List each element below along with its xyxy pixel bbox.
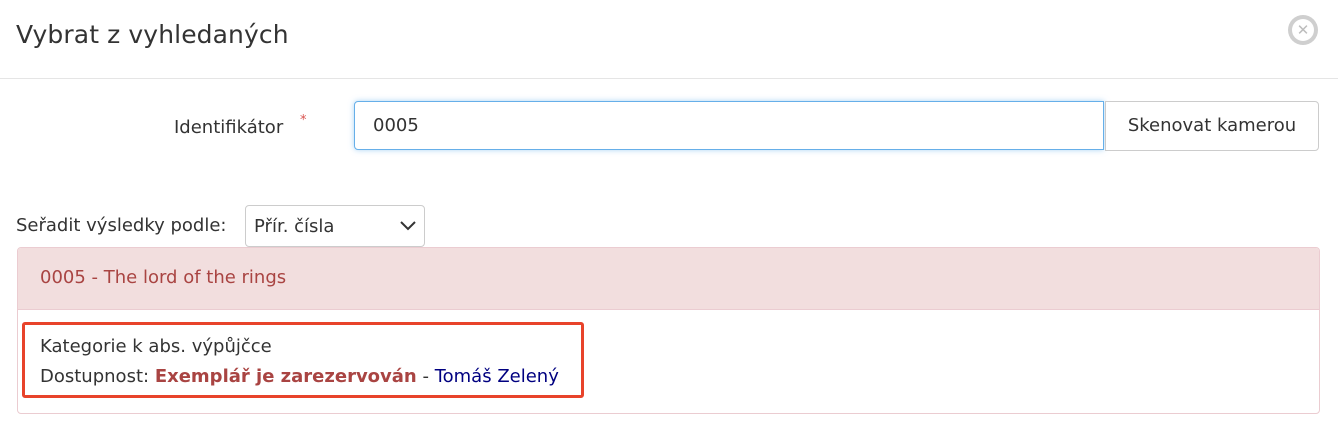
- modal-header: Vybrat z vyhledaných ✕: [0, 0, 1338, 79]
- availability-label: Dostupnost:: [40, 366, 150, 387]
- modal-title: Vybrat z vyhledaných: [16, 20, 289, 49]
- chevron-down-icon: [400, 221, 416, 231]
- sort-selected-value: Přír. čísla: [254, 216, 335, 237]
- result-panel: 0005 - The lord of the rings Kategorie k…: [17, 247, 1320, 414]
- sort-select[interactable]: Přír. čísla: [245, 205, 425, 247]
- separator: -: [416, 366, 435, 387]
- reserved-by-link[interactable]: Tomáš Zelený: [435, 366, 559, 387]
- required-marker: *: [300, 113, 307, 128]
- status-badge: Exemplář je zarezervován: [154, 366, 417, 387]
- scan-camera-button[interactable]: Skenovat kamerou: [1105, 101, 1319, 151]
- identifier-label: Identifikátor: [174, 117, 284, 138]
- close-button[interactable]: ✕: [1288, 15, 1318, 45]
- close-icon: ✕: [1296, 21, 1310, 39]
- result-title: 0005 - The lord of the rings: [40, 267, 287, 288]
- sort-label: Seřadit výsledky podle:: [16, 215, 227, 236]
- result-heading[interactable]: 0005 - The lord of the rings: [18, 248, 1319, 310]
- identifier-input[interactable]: [354, 101, 1104, 150]
- availability-line: Dostupnost: Exemplář je zarezervován - T…: [40, 366, 559, 387]
- result-category: Kategorie k abs. výpůjčce: [40, 336, 272, 357]
